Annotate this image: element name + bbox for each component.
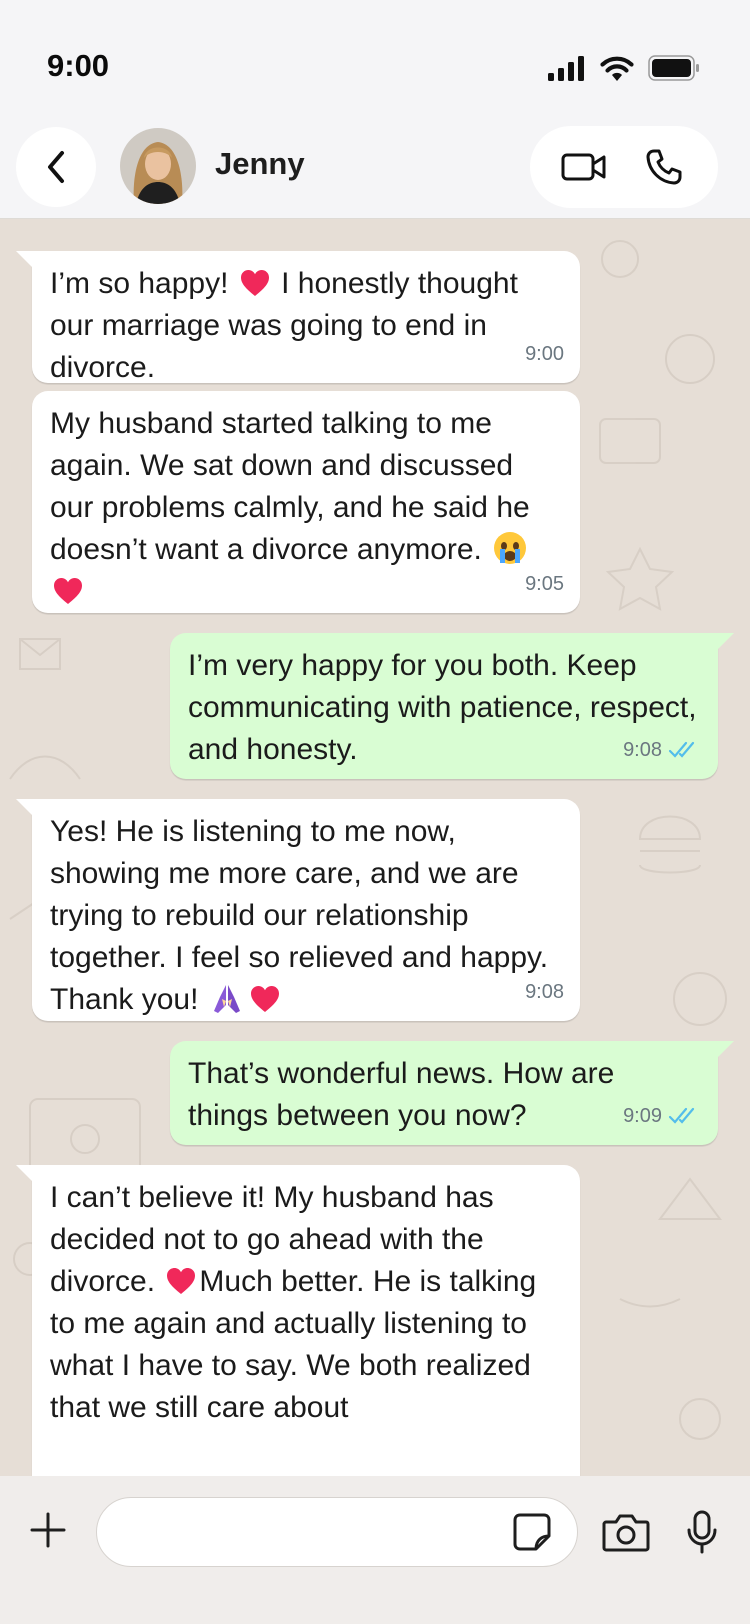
message-text: I can’t believe it! My husband has decid… xyxy=(50,1177,564,1429)
camera-icon xyxy=(602,1514,650,1552)
status-bar: 9:00 xyxy=(0,0,750,118)
voice-message-button[interactable] xyxy=(680,1506,724,1558)
message-outgoing[interactable]: I’m very happy for you both. Keep commun… xyxy=(170,633,734,779)
video-camera-icon xyxy=(561,153,606,181)
chat-area[interactable]: I’m so happy! I honestly thought our mar… xyxy=(0,219,750,1476)
status-time: 9:00 xyxy=(47,48,110,83)
camera-button[interactable] xyxy=(600,1506,652,1558)
microphone-icon xyxy=(687,1510,717,1554)
battery-icon xyxy=(648,55,699,81)
heart-emoji-icon xyxy=(54,578,82,604)
message-text: Yes! He is listening to me now, showing … xyxy=(50,811,564,1021)
crying-face-emoji-icon xyxy=(494,532,527,564)
message-incoming[interactable]: I can’t believe it! My husband has decid… xyxy=(16,1165,580,1476)
video-call-button[interactable] xyxy=(560,143,608,191)
chevron-left-icon xyxy=(48,151,64,183)
status-icons xyxy=(548,52,700,84)
bubble-tail xyxy=(16,1165,32,1181)
message-text: My husband started talking to me again. … xyxy=(50,403,564,613)
plus-icon xyxy=(30,1512,66,1548)
message-meta: 9:08 xyxy=(623,729,702,771)
bubble-tail xyxy=(718,633,734,649)
message-text-part: I’m so happy! xyxy=(50,267,237,300)
voice-call-button[interactable] xyxy=(640,143,688,191)
back-button[interactable] xyxy=(16,127,96,207)
heart-emoji-icon xyxy=(250,986,279,1012)
bubble-tail xyxy=(718,1041,734,1057)
message-text-part: My husband started talking to me again. … xyxy=(50,407,539,566)
message-meta: 9:08 xyxy=(525,971,564,1013)
message-time: 9:09 xyxy=(623,1105,662,1127)
sticker-icon xyxy=(513,1513,551,1551)
signal-icon xyxy=(548,56,584,81)
message-meta: 9:09 xyxy=(623,1095,702,1137)
message-time: 9:08 xyxy=(623,739,662,761)
message-incoming[interactable]: My husband started talking to me again. … xyxy=(32,391,580,613)
call-actions xyxy=(530,126,718,208)
double-check-read-icon xyxy=(668,1107,695,1124)
wifi-icon xyxy=(600,56,634,81)
bubble-tail xyxy=(16,799,32,815)
message-text-part: Yes! He is listening to me now, showing … xyxy=(50,815,556,1016)
message-composer xyxy=(0,1476,750,1624)
message-text: I’m so happy! I honestly thought our mar… xyxy=(50,263,564,389)
contact-name[interactable]: Jenny xyxy=(215,146,305,182)
message-input[interactable] xyxy=(96,1497,578,1567)
chat-header: Jenny xyxy=(0,118,750,219)
attach-button[interactable] xyxy=(24,1506,72,1554)
message-time: 9:08 xyxy=(525,981,564,1003)
heart-emoji-icon xyxy=(240,270,269,296)
phone-icon xyxy=(646,149,682,185)
sticker-button[interactable] xyxy=(508,1508,556,1556)
message-time: 9:00 xyxy=(525,343,564,365)
message-meta: 9:05 xyxy=(525,563,564,605)
message-outgoing[interactable]: That’s wonderful news. How are things be… xyxy=(170,1041,734,1145)
double-check-read-icon xyxy=(668,741,695,758)
contact-photo xyxy=(120,128,196,204)
message-time: 9:05 xyxy=(525,573,564,595)
message-meta: 9:00 xyxy=(525,333,564,375)
avatar[interactable] xyxy=(120,128,196,204)
bubble-tail xyxy=(16,251,32,267)
message-incoming[interactable]: I’m so happy! I honestly thought our mar… xyxy=(16,251,580,384)
heart-emoji-icon xyxy=(167,1268,196,1294)
folded-hands-emoji-icon xyxy=(213,985,240,1013)
message-incoming[interactable]: Yes! He is listening to me now, showing … xyxy=(16,799,580,1021)
